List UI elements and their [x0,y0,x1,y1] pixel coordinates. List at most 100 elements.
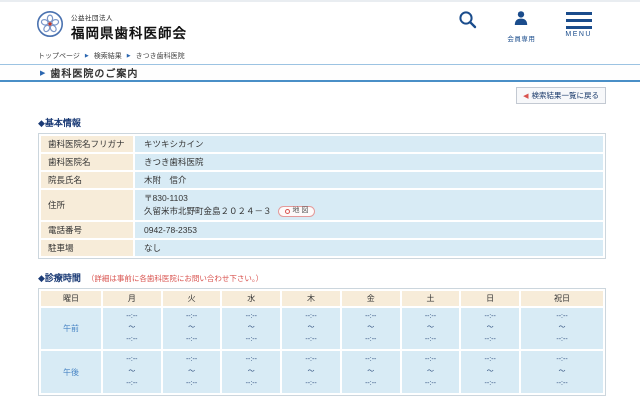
hours-slot-line: --:-- [126,312,138,320]
hours-slot-line: ～ [367,368,375,376]
back-to-results-label: 検索結果一覧に戻る [531,91,600,100]
address-line-1: 〒830-1103 [144,193,188,203]
site-header: 公益社団法人 福岡県歯科医師会 会員専用 MENU [0,2,640,48]
hours-slot-line: --:-- [424,336,437,344]
address-line-2: 久留米市北野町金島２０２４－３ 地 図 [144,205,601,218]
hours-period-label: 午後 [41,351,101,393]
hours-slot-line: --:-- [484,336,496,344]
hours-table: 曜日月火水木金土日祝日 午前 --:-- ～ --:-- --:-- ～ --:-- --:-… [38,287,606,396]
hours-column-header: 金 [341,290,400,306]
breadcrumb-item[interactable]: 検索結果 [94,51,122,61]
hours-slot-line: ～ [188,324,196,332]
hours-slot-line: ～ [307,324,315,332]
info-value: きつき歯科医院 [135,154,603,170]
search-icon [458,10,477,34]
hours-slot-line: --:-- [305,336,317,344]
breadcrumb: トップページ ▶ 検索結果 ▶ きつき歯科医院 [38,51,640,61]
hours-column-header: 月 [103,290,161,306]
info-label: 住所 [41,190,133,220]
hours-slot-line: --:-- [484,312,496,320]
info-label: 歯科医院名 [41,154,133,170]
info-value: なし [135,239,603,256]
search-button[interactable] [458,10,477,34]
hours-slot-line: ～ [486,324,494,332]
hours-slot-line: --:-- [126,336,138,344]
hours-slot-line: ～ [188,368,196,376]
hours-slot-line: ～ [367,324,375,332]
hours-slot-line: --:-- [365,312,377,320]
hours-slot-line: --:-- [365,356,377,364]
hours-slot-line: ～ [307,368,315,376]
hours-slot-line: ～ [128,324,136,332]
table-row: 院長氏名 木附 信介 [41,172,603,188]
hours-row: 午前 --:-- ～ --:-- --:-- ～ --:-- --:-- ～ --:-- --:--… [41,307,603,350]
hours-column-header: 火 [162,290,221,306]
hours-slot: --:-- ～ --:-- [103,351,161,393]
site-logo[interactable]: 公益社団法人 福岡県歯科医師会 [36,10,187,43]
hours-slot-line: ～ [426,324,434,332]
hours-slot: --:-- ～ --:-- [162,307,221,350]
hours-slot: --:-- ～ --:-- [162,351,221,393]
hours-slot-line: ～ [426,368,434,376]
hours-slot-line: ～ [486,368,494,376]
menu-button[interactable]: MENU [565,10,592,38]
hours-slot-line: --:-- [556,356,568,364]
hours-slot-line: ～ [247,368,255,376]
association-logo-icon [36,10,64,43]
table-row: 歯科医院名 きつき歯科医院 [41,154,603,170]
hours-column-header: 木 [282,290,340,306]
hours-slot-line: --:-- [245,312,257,320]
hours-slot-line: --:-- [185,356,198,364]
address-text: 久留米市北野町金島２０２４－３ [144,205,272,216]
menu-label: MENU [565,31,592,38]
hours-slot: --:-- ～ --:-- [341,307,400,350]
hours-slot-line: --:-- [245,356,257,364]
hours-slot-line: --:-- [556,312,568,320]
hours-slot-line: ～ [247,324,255,332]
hours-slot: --:-- ～ --:-- [401,307,460,350]
title-arrow-icon: ▶ [40,69,46,77]
hamburger-icon [565,10,592,29]
hours-slot-line: --:-- [424,356,437,364]
member-area-button[interactable]: 会員専用 [507,10,535,43]
hours-slot: --:-- ～ --:-- [282,351,340,393]
breadcrumb-item[interactable]: トップページ [38,51,80,61]
person-icon [513,10,529,31]
map-button[interactable]: 地 図 [277,205,316,217]
hours-slot-line: --:-- [185,336,198,344]
hours-slot-line: --:-- [305,356,317,364]
hours-slot-line: --:-- [185,312,198,320]
hours-column-header: 水 [222,290,281,306]
hours-slot: --:-- ～ --:-- [461,351,520,393]
hours-period-label: 午前 [41,307,101,350]
info-value: 木附 信介 [135,172,603,188]
hours-slot-line: --:-- [305,312,317,320]
basic-info-table: 歯科医院名フリガナ キツキシカイン 歯科医院名 きつき歯科医院 院長氏名 木附 信介 住所〒… [38,133,606,259]
hours-slot: --:-- ～ --:-- [401,351,460,393]
hours-slot-line: ～ [128,368,136,376]
map-button-label: 地 図 [292,206,309,214]
info-label: 院長氏名 [41,172,133,188]
org-name-label: 福岡県歯科医師会 [71,25,187,41]
hours-slot-line: --:-- [556,336,568,344]
hours-slot: --:-- ～ --:-- [521,351,603,393]
hours-slot-line: --:-- [305,379,317,387]
info-label: 歯科医院名フリガナ [41,136,133,152]
table-row: 電話番号 0942-78-2353 [41,221,603,238]
back-to-results-button[interactable]: ◀ 検索結果一覧に戻る [516,87,606,104]
breadcrumb-separator-icon: ▶ [84,53,89,59]
info-label: 電話番号 [41,221,133,238]
hours-slot-line: --:-- [424,312,437,320]
info-value: 〒830-1103 久留米市北野町金島２０２４－３ 地 図 [135,190,603,220]
hours-slot-line: --:-- [556,379,568,387]
hours-column-header: 曜日 [41,290,101,306]
hours-slot: --:-- ～ --:-- [222,351,281,393]
member-area-label: 会員専用 [507,36,536,43]
breadcrumb-item[interactable]: きつき歯科医院 [136,51,185,61]
info-label: 駐車場 [41,239,133,256]
page-title: 歯科医院のご案内 [50,69,139,80]
hours-slot: --:-- ～ --:-- [341,351,400,393]
breadcrumb-separator-icon: ▶ [126,53,131,59]
hours-note: （詳細は事前に各歯科医院にお問い合わせ下さい。） [86,273,264,283]
basic-info-heading: ◆基本情報 [38,118,81,128]
